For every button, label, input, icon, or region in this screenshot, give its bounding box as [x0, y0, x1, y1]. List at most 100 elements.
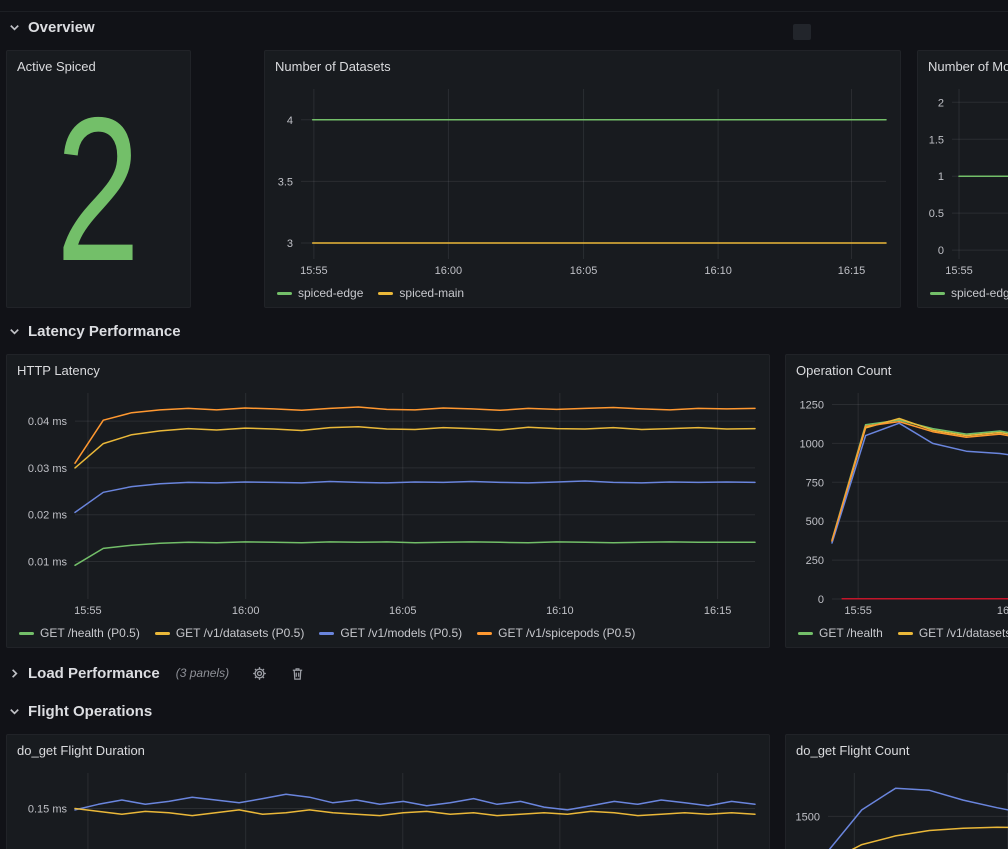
legend-series-label: GET /v1/datasets (P0.5): [176, 626, 305, 640]
trash-icon[interactable]: [290, 666, 305, 681]
http-latency-chart[interactable]: 15:55 16:00 16:05 16:10 16:15 0.01 ms 0.02 ms 0…: [13, 385, 763, 619]
svg-text:15:55: 15:55: [74, 605, 102, 617]
panel-flight-duration: do_get Flight Duration 15:5516:0016:0516…: [6, 734, 770, 849]
svg-text:16:10: 16:10: [704, 265, 732, 277]
row-title: Latency Performance: [28, 323, 181, 340]
legend-series-label: spiced-edge: [951, 286, 1008, 300]
panel-operation-count: Operation Count 15:5516:0016:0516:1016:1…: [785, 354, 1008, 648]
stat-value-wrap: 2: [7, 79, 190, 301]
panel-title[interactable]: do_get Flight Duration: [7, 735, 769, 764]
row-panel-count: (3 panels): [176, 666, 229, 680]
svg-text:1: 1: [938, 171, 944, 183]
row-header-overview[interactable]: Overview: [8, 15, 95, 39]
svg-text:0.03 ms: 0.03 ms: [28, 463, 68, 475]
legend-series-color: [277, 292, 292, 295]
datasets-chart[interactable]: 15:55 16:00 16:05 16:10 16:15 3 3.5 4: [271, 81, 894, 279]
row-header-latency-performance[interactable]: Latency Performance: [8, 319, 181, 343]
svg-text:16:05: 16:05: [570, 265, 598, 277]
legend-series-color: [477, 632, 492, 635]
stat-value: 2: [56, 103, 140, 277]
svg-text:0.01 ms: 0.01 ms: [28, 557, 68, 569]
legend-item[interactable]: GET /health (P0.5): [19, 626, 140, 640]
svg-text:15:55: 15:55: [300, 265, 328, 277]
flight-duration-chart[interactable]: 15:5516:0016:0516:1016:150.15 ms: [13, 765, 763, 849]
legend-item[interactable]: GET /health: [798, 626, 883, 640]
svg-text:0.5: 0.5: [929, 208, 944, 220]
svg-text:16:05: 16:05: [389, 605, 417, 617]
flight-count-chart[interactable]: 15:5516:0016:0516:1016:151500: [792, 765, 1008, 849]
legend-series-color: [898, 632, 913, 635]
legend-item[interactable]: GET /v1/models (P0.5): [319, 626, 462, 640]
svg-text:3.5: 3.5: [278, 176, 293, 188]
svg-text:15:55: 15:55: [945, 265, 973, 277]
legend-series-label: GET /health: [819, 626, 883, 640]
svg-text:1500: 1500: [796, 811, 820, 823]
grafana-dashboard: Overview Active Spiced 2 Number of Datas…: [0, 0, 1008, 849]
svg-text:1.5: 1.5: [929, 134, 944, 146]
legend-series-label: spiced-main: [399, 286, 464, 300]
legend-series-color: [378, 292, 393, 295]
panel-number-of-datasets: Number of Datasets 15:5516:0016:0516:101…: [264, 50, 901, 308]
legend-item[interactable]: spiced-edge: [277, 286, 363, 300]
row-header-load-performance[interactable]: Load Performance (3 panels): [8, 661, 305, 685]
panel-title[interactable]: do_get Flight Count: [786, 735, 1008, 764]
svg-text:15:55: 15:55: [844, 605, 872, 617]
panel-title[interactable]: HTTP Latency: [7, 355, 769, 384]
svg-text:1250: 1250: [800, 400, 824, 412]
gear-icon[interactable]: [252, 666, 267, 681]
legend-series-label: GET /v1/models (P0.5): [340, 626, 462, 640]
svg-text:16:10: 16:10: [546, 605, 574, 617]
operation-count-legend: GET /healthGET /v1/datasetsGET /v1/model…: [798, 623, 1008, 643]
legend-series-color: [798, 632, 813, 635]
models-chart[interactable]: 15:5516:0016:0516:1016:1500.511.52: [924, 81, 1008, 279]
svg-text:16:15: 16:15: [704, 605, 732, 617]
legend-item[interactable]: GET /v1/spicepods (P0.5): [477, 626, 635, 640]
svg-text:750: 750: [806, 477, 824, 489]
panel-title[interactable]: Number of Models: [918, 51, 1008, 80]
svg-text:0.02 ms: 0.02 ms: [28, 510, 68, 522]
models-legend: spiced-edge: [930, 283, 1008, 303]
legend-item[interactable]: spiced-main: [378, 286, 464, 300]
chevron-down-icon: [8, 705, 21, 718]
datasets-legend: spiced-edge spiced-main: [277, 283, 894, 303]
svg-text:0.04 ms: 0.04 ms: [28, 416, 68, 428]
legend-series-label: GET /v1/datasets: [919, 626, 1008, 640]
legend-series-color: [930, 292, 945, 295]
row-title: Flight Operations: [28, 703, 152, 720]
legend-series-label: spiced-edge: [298, 286, 363, 300]
panel-title[interactable]: Number of Datasets: [265, 51, 900, 80]
chevron-right-icon: [8, 667, 21, 680]
legend-series-label: GET /v1/spicepods (P0.5): [498, 626, 635, 640]
svg-text:0.15 ms: 0.15 ms: [28, 804, 68, 816]
svg-text:0: 0: [938, 245, 944, 257]
chevron-down-icon: [8, 325, 21, 338]
row-title: Overview: [28, 19, 95, 36]
legend-item[interactable]: spiced-edge: [930, 286, 1008, 300]
row-title: Load Performance: [28, 665, 160, 682]
panel-title[interactable]: Operation Count: [786, 355, 1008, 384]
svg-text:500: 500: [806, 516, 824, 528]
legend-series-label: GET /health (P0.5): [40, 626, 140, 640]
svg-text:3: 3: [287, 238, 293, 250]
row-header-flight-operations[interactable]: Flight Operations: [8, 699, 152, 723]
legend-series-color: [155, 632, 170, 635]
legend-series-color: [19, 632, 34, 635]
svg-text:16:00: 16:00: [232, 605, 260, 617]
panel-active-spiced: Active Spiced 2: [6, 50, 191, 308]
chevron-down-icon: [8, 21, 21, 34]
top-divider: [0, 0, 1008, 12]
svg-text:1000: 1000: [800, 438, 824, 450]
svg-text:16:15: 16:15: [838, 265, 866, 277]
legend-item[interactable]: GET /v1/datasets (P0.5): [155, 626, 305, 640]
row-options-button[interactable]: [793, 24, 811, 40]
panel-number-of-models: Number of Models 15:5516:0016:0516:1016:…: [917, 50, 1008, 308]
legend-item[interactable]: GET /v1/datasets: [898, 626, 1008, 640]
svg-text:16:00: 16:00: [997, 605, 1008, 617]
panel-http-latency: HTTP Latency 15:55 16:00 16:05 16:10 16:15 0.…: [6, 354, 770, 648]
svg-text:0: 0: [818, 594, 824, 606]
legend-series-color: [319, 632, 334, 635]
operation-count-chart[interactable]: 15:5516:0016:0516:1016:15025050075010001…: [792, 385, 1008, 619]
svg-text:16:00: 16:00: [435, 265, 463, 277]
svg-text:4: 4: [287, 115, 293, 127]
panel-flight-count: do_get Flight Count 15:5516:0016:0516:10…: [785, 734, 1008, 849]
